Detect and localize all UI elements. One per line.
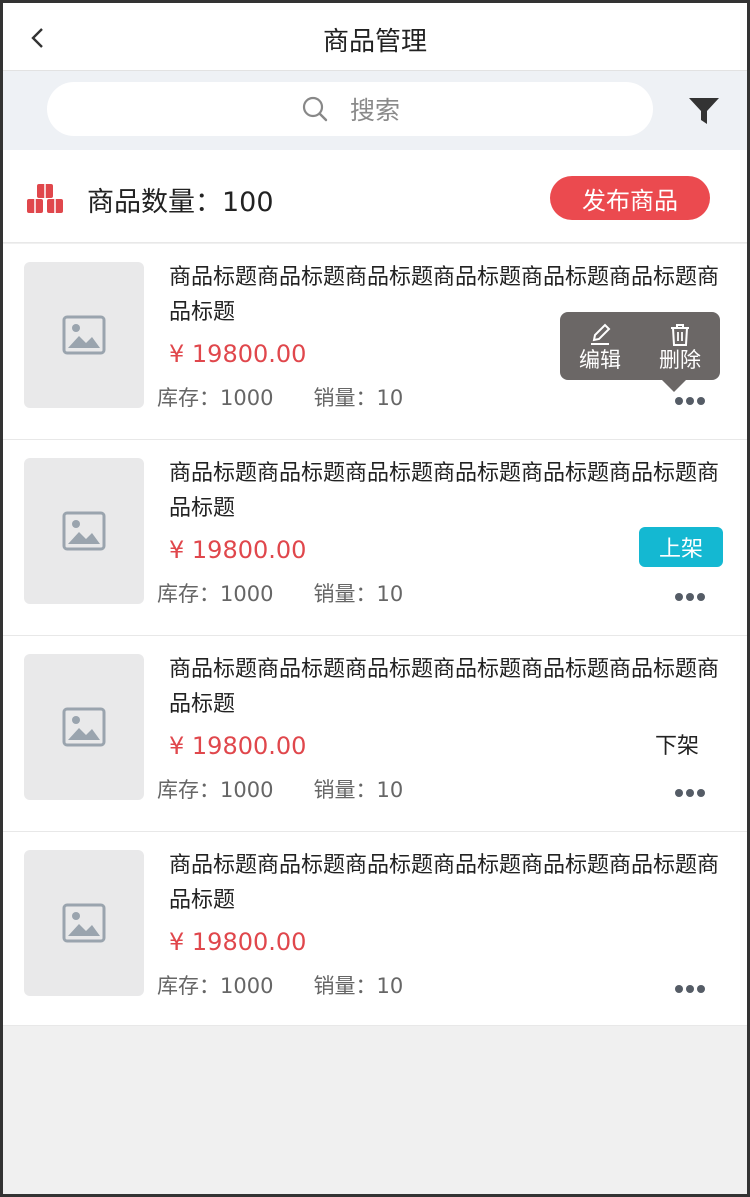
more-icon[interactable] — [675, 978, 715, 993]
product-price: ¥ 19800.00 — [169, 536, 307, 564]
product-stats: 库存：1000 销量：10 — [157, 382, 403, 412]
product-title: 商品标题商品标题商品标题商品标题商品标题商品标题商品标题 — [169, 853, 720, 913]
product-title: 商品标题商品标题商品标题商品标题商品标题商品标题商品标题 — [169, 461, 720, 521]
image-icon — [62, 707, 106, 747]
on-shelf-button[interactable]: 上架 — [639, 527, 723, 567]
product-sales: 销量：10 — [313, 386, 404, 410]
product-count: 商品数量：100 — [87, 187, 274, 218]
edit-label: 编辑 — [579, 348, 621, 372]
product-stats: 库存：1000 销量：10 — [157, 970, 403, 1000]
product-price: ¥ 19800.00 — [169, 732, 307, 760]
product-stats: 库存：1000 销量：10 — [157, 774, 403, 804]
publish-product-button[interactable]: 发布商品 — [550, 176, 710, 220]
product-list: 商品标题商品标题商品标题商品标题商品标题商品标题商品标题 ¥ 19800.00 … — [3, 244, 747, 1026]
product-stats: 库存：1000 销量：10 — [157, 578, 403, 608]
product-title: 商品标题商品标题商品标题商品标题商品标题商品标题商品标题 — [169, 657, 720, 717]
product-image[interactable] — [24, 458, 144, 604]
summary-bar: 商品数量：100 发布商品 — [3, 150, 747, 243]
product-stock: 库存：1000 — [157, 582, 274, 606]
boxes-icon — [27, 184, 63, 213]
edit-button[interactable]: 编辑 — [560, 312, 640, 380]
image-icon — [62, 511, 106, 551]
search-placeholder: 搜索 — [349, 96, 400, 125]
more-icon[interactable] — [675, 390, 715, 405]
product-image[interactable] — [24, 262, 144, 408]
product-stock: 库存：1000 — [157, 778, 274, 802]
list-item[interactable]: 商品标题商品标题商品标题商品标题商品标题商品标题商品标题 ¥ 19800.00 … — [3, 832, 747, 1026]
search-input[interactable]: 搜索 — [47, 82, 653, 136]
app-header: 商品管理 — [3, 3, 747, 71]
product-price: ¥ 19800.00 — [169, 340, 307, 368]
product-sales: 销量：10 — [313, 974, 404, 998]
image-icon — [62, 903, 106, 943]
product-sales: 销量：10 — [313, 778, 404, 802]
delete-label: 删除 — [659, 348, 701, 372]
product-price: ¥ 19800.00 — [169, 928, 307, 956]
edit-icon — [591, 323, 611, 345]
more-icon[interactable] — [675, 782, 715, 797]
product-sales: 销量：10 — [313, 582, 404, 606]
product-image[interactable] — [24, 850, 144, 996]
page-title: 商品管理 — [322, 27, 427, 57]
search-bar: 搜索 — [3, 71, 747, 150]
image-icon — [62, 315, 106, 355]
action-popover: 编辑 删除 — [560, 312, 720, 392]
trash-icon — [671, 324, 689, 346]
list-item[interactable]: 商品标题商品标题商品标题商品标题商品标题商品标题商品标题 ¥ 19800.00 … — [3, 440, 747, 636]
list-item[interactable]: 商品标题商品标题商品标题商品标题商品标题商品标题商品标题 ¥ 19800.00 … — [3, 636, 747, 832]
product-image[interactable] — [24, 654, 144, 800]
filter-icon[interactable] — [687, 93, 721, 127]
search-icon — [302, 96, 328, 122]
list-item[interactable]: 商品标题商品标题商品标题商品标题商品标题商品标题商品标题 ¥ 19800.00 … — [3, 244, 747, 440]
off-shelf-button[interactable]: 下架 — [655, 728, 699, 760]
more-icon[interactable] — [675, 586, 715, 601]
product-stock: 库存：1000 — [157, 974, 274, 998]
product-stock: 库存：1000 — [157, 386, 274, 410]
delete-button[interactable]: 删除 — [640, 312, 720, 380]
